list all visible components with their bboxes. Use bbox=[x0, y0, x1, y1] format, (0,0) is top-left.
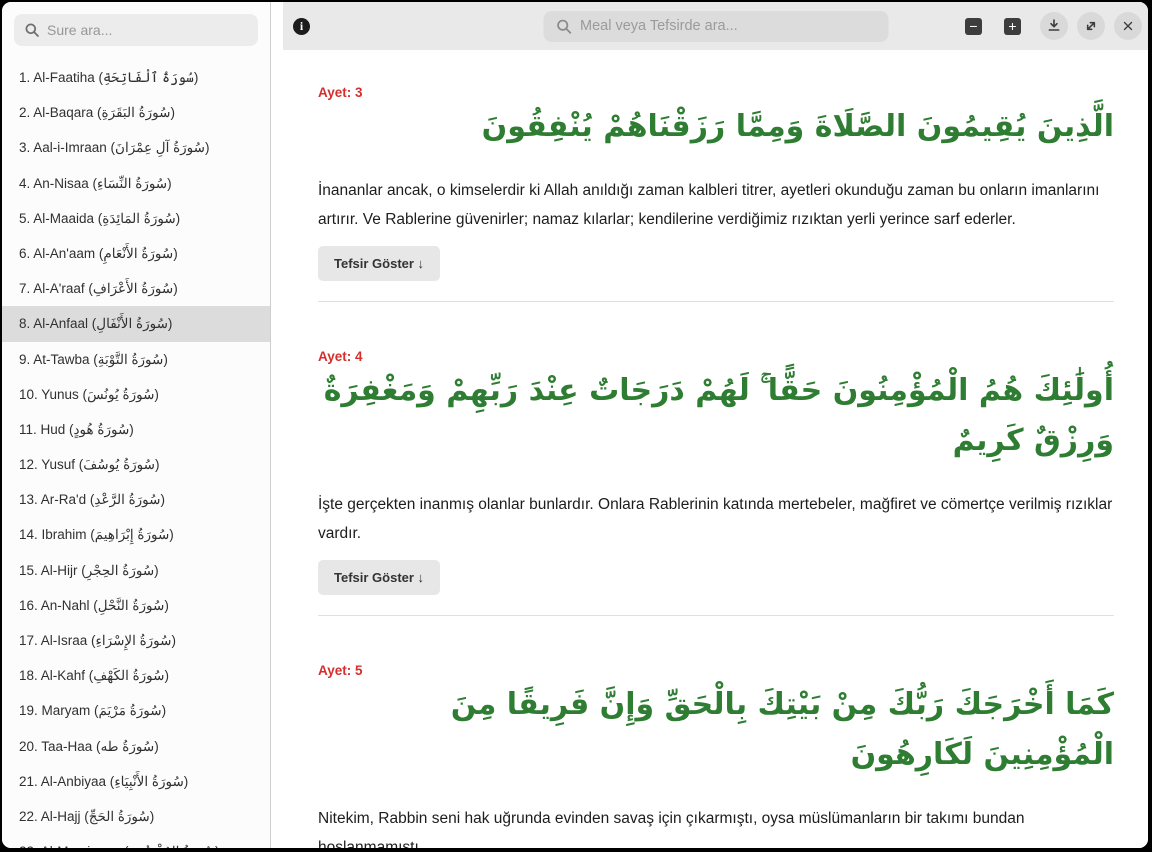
download-button[interactable] bbox=[1040, 12, 1068, 40]
sidebar-item-yusuf[interactable]: 12. Yusuf (سُورَةُ يُوسُفَ) bbox=[2, 447, 270, 482]
search-icon bbox=[24, 22, 40, 38]
tefsir-goster-button[interactable]: Tefsir Göster ↓ bbox=[318, 246, 440, 281]
sidebar-item-al-anbiyaa[interactable]: 21. Al-Anbiyaa (سُورَةُ الأَنْبِيَاءِ) bbox=[2, 764, 270, 799]
sidebar-item-ibrahim[interactable]: 14. Ibrahim (سُورَةُ إِبْرَاهِيمَ) bbox=[2, 517, 270, 552]
topbar: i − + bbox=[283, 2, 1148, 50]
verse-arabic-text: أُولَٰئِكَ هُمُ الْمُؤْمِنُونَ حَقًّا ۚ … bbox=[318, 366, 1114, 466]
sidebar-item-an-nisaa[interactable]: 4. An-Nisaa (سُورَةُ النِّسَاءِ) bbox=[2, 166, 270, 201]
sidebar-item-aal-i-imraan[interactable]: 3. Aal-i-Imraan (سُورَةُ آلِ عِمْرَانَ) bbox=[2, 130, 270, 165]
sidebar-item-al-hijr[interactable]: 15. Al-Hijr (سُورَةُ الحِجْرِ) bbox=[2, 553, 270, 588]
verse-4: Ayet: 4 أُولَٰئِكَ هُمُ الْمُؤْمِنُونَ ح… bbox=[318, 349, 1114, 616]
main-area: i − + bbox=[271, 2, 1148, 848]
section-divider bbox=[318, 301, 1114, 302]
sidebar-item-al-muminoon[interactable]: 23. Al-Muminoon (سُورَةُ المُؤْمِنُونَ) bbox=[2, 834, 270, 848]
sidebar-item-ar-rad[interactable]: 13. Ar-Ra'd (سُورَةُ الرَّعْدِ) bbox=[2, 482, 270, 517]
font-decrease-button[interactable]: − bbox=[965, 18, 982, 35]
sidebar-item-al-araaf[interactable]: 7. Al-A'raaf (سُورَةُ الأَعْرَافِ) bbox=[2, 271, 270, 306]
verse-label: Ayet: 5 bbox=[318, 663, 1114, 678]
surah-sidebar: 1. Al-Faatiha (سُورَةُ ٱلْفَاتِحَةِ) 2. … bbox=[2, 2, 271, 848]
topbar-buttons: − + bbox=[965, 12, 1142, 40]
content-search-box[interactable] bbox=[543, 11, 888, 42]
verse-translation: İşte gerçekten inanmış olanlar bunlardır… bbox=[318, 490, 1114, 548]
sidebar-item-al-hajj[interactable]: 22. Al-Hajj (سُورَةُ الحَجِّ) bbox=[2, 799, 270, 834]
sidebar-item-al-maaida[interactable]: 5. Al-Maaida (سُورَةُ المَائِدَةِ) bbox=[2, 201, 270, 236]
sidebar-item-hud[interactable]: 11. Hud (سُورَةُ هُودٍ) bbox=[2, 412, 270, 447]
verse-translation: Nitekim, Rabbin seni hak uğrunda evinden… bbox=[318, 804, 1114, 848]
tefsir-goster-button[interactable]: Tefsir Göster ↓ bbox=[318, 560, 440, 595]
sidebar-item-al-anaam[interactable]: 6. Al-An'aam (سُورَةُ الأَنْعَامِ) bbox=[2, 236, 270, 271]
verse-5: Ayet: 5 كَمَا أَخْرَجَكَ رَبُّكَ مِنْ بَ… bbox=[318, 663, 1114, 848]
surah-list[interactable]: 1. Al-Faatiha (سُورَةُ ٱلْفَاتِحَةِ) 2. … bbox=[2, 58, 270, 848]
sidebar-item-al-kahf[interactable]: 18. Al-Kahf (سُورَةُ الكَهْفِ) bbox=[2, 658, 270, 693]
verses-panel[interactable]: Ayet: 3 الَّذِينَ يُقِيمُونَ الصَّلَاةَ … bbox=[271, 50, 1148, 848]
sidebar-item-al-baqara[interactable]: 2. Al-Baqara (سُورَةُ البَقَرَةِ) bbox=[2, 95, 270, 130]
font-increase-button[interactable]: + bbox=[1004, 18, 1021, 35]
sidebar-item-al-faatiha[interactable]: 1. Al-Faatiha (سُورَةُ ٱلْفَاتِحَةِ) bbox=[2, 60, 270, 95]
close-icon bbox=[1121, 19, 1135, 33]
expand-icon bbox=[1083, 18, 1099, 34]
search-icon bbox=[555, 18, 572, 35]
content-search-input[interactable] bbox=[580, 18, 876, 34]
sidebar-item-al-israa[interactable]: 17. Al-Israa (سُورَةُ الإِسْرَاءِ) bbox=[2, 623, 270, 658]
section-divider bbox=[318, 615, 1114, 616]
verse-3: Ayet: 3 الَّذِينَ يُقِيمُونَ الصَّلَاةَ … bbox=[318, 85, 1114, 302]
download-icon bbox=[1046, 18, 1062, 34]
close-button[interactable] bbox=[1114, 12, 1142, 40]
verse-arabic-text: كَمَا أَخْرَجَكَ رَبُّكَ مِنْ بَيْتِكَ ب… bbox=[318, 680, 1114, 780]
verse-arabic-text: الَّذِينَ يُقِيمُونَ الصَّلَاةَ وَمِمَّا… bbox=[318, 102, 1114, 152]
sidebar-item-at-tawba[interactable]: 9. At-Tawba (سُورَةُ التَّوْبَةِ) bbox=[2, 342, 270, 377]
verse-translation: İnananlar ancak, o kimselerdir ki Allah … bbox=[318, 176, 1114, 234]
sidebar-item-al-anfaal[interactable]: 8. Al-Anfaal (سُورَةُ الأَنْفَالِ) bbox=[2, 306, 270, 341]
surah-search-input[interactable] bbox=[47, 22, 248, 38]
verse-label: Ayet: 3 bbox=[318, 85, 1114, 100]
fullscreen-button[interactable] bbox=[1077, 12, 1105, 40]
sidebar-item-maryam[interactable]: 19. Maryam (سُورَةُ مَرْيَمَ) bbox=[2, 693, 270, 728]
sidebar-item-taa-haa[interactable]: 20. Taa-Haa (سُورَةُ طه) bbox=[2, 729, 270, 764]
sidebar-item-yunus[interactable]: 10. Yunus (سُورَةُ يُونُسَ) bbox=[2, 377, 270, 412]
verse-label: Ayet: 4 bbox=[318, 349, 1114, 364]
surah-search-box[interactable] bbox=[14, 14, 258, 46]
sidebar-item-an-nahl[interactable]: 16. An-Nahl (سُورَةُ النَّحْلِ) bbox=[2, 588, 270, 623]
app-window: 1. Al-Faatiha (سُورَةُ ٱلْفَاتِحَةِ) 2. … bbox=[2, 2, 1148, 848]
info-icon[interactable]: i bbox=[293, 18, 310, 35]
